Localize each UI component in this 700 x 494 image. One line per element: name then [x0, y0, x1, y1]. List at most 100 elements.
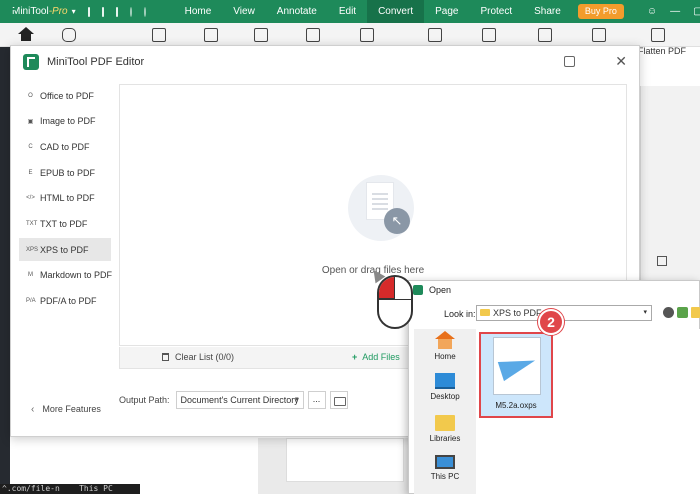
editor-logo-icon: [23, 54, 39, 70]
sidebar-item-epub-to-pdf[interactable]: E EPUB to PDF: [19, 161, 111, 184]
minimize-icon[interactable]: —: [670, 0, 680, 23]
output-path-row: Output Path: Document's Current Director…: [119, 390, 348, 410]
app-brand: MiniTool-Pro: [12, 6, 68, 17]
menu-home[interactable]: Home: [174, 0, 223, 23]
txt-icon: TXT: [26, 220, 38, 227]
convert-tool-icon[interactable]: [482, 28, 496, 42]
up-folder-icon[interactable]: [677, 307, 688, 318]
mouse-drag-icon: [368, 266, 419, 329]
chevron-left-icon: ‹: [31, 404, 35, 415]
grid-view-icon[interactable]: [657, 256, 667, 266]
close-dialog-icon[interactable]: ✕: [615, 53, 627, 70]
look-in-select[interactable]: XPS to PDF ▾: [476, 305, 652, 321]
mouse-icon: [377, 275, 413, 329]
convert-tool-icon[interactable]: [592, 28, 606, 42]
maximize-icon[interactable]: ▢: [693, 0, 700, 23]
dialog-title: MiniTool PDF Editor: [47, 56, 145, 68]
convert-tool-icon[interactable]: [152, 28, 166, 42]
place-home[interactable]: Home: [414, 331, 476, 361]
html-icon: </>: [26, 195, 35, 202]
add-files-button[interactable]: + Add Files: [352, 352, 400, 362]
file-list-pane: M5.2a.oxps: [476, 329, 700, 494]
xps-icon: XPS: [26, 246, 39, 253]
new-folder-icon[interactable]: [691, 307, 700, 318]
sidebar-item-cad-to-pdf[interactable]: C CAD to PDF: [19, 135, 111, 158]
home-icon[interactable]: [18, 27, 34, 42]
convert-tool-icon[interactable]: [254, 28, 268, 42]
sidebar-item-label: HTML to PDF: [40, 193, 95, 204]
save-icon[interactable]: [101, 6, 104, 17]
sidebar-item-office-to-pdf[interactable]: O Office to PDF: [19, 84, 111, 107]
flatten-pdf-label[interactable]: Flatten PDF: [638, 46, 686, 56]
ribbon-toolbar: [0, 23, 700, 47]
cursor-icon: ↖: [384, 208, 410, 234]
sidebar-item-label: EPUB to PDF: [40, 167, 96, 178]
convert-tool-icon[interactable]: [428, 28, 442, 42]
flatten-pdf-icon[interactable]: [651, 28, 665, 42]
sidebar-item-markdown-to-pdf[interactable]: M Markdown to PDF: [19, 264, 113, 287]
sidebar-item-label: Image to PDF: [40, 116, 96, 127]
sidebar-item-xps-to-pdf[interactable]: XPS XPS to PDF: [19, 238, 111, 262]
markdown-icon: M: [28, 272, 33, 279]
sidebar-item-label: PDF/A to PDF: [40, 296, 97, 306]
image-icon: ▣: [27, 118, 34, 125]
menu-view[interactable]: View: [222, 0, 266, 23]
menu-edit[interactable]: Edit: [328, 0, 367, 23]
desktop-icon: [435, 373, 455, 389]
place-libraries[interactable]: Libraries: [414, 415, 476, 443]
brand-name: MiniTool: [12, 6, 49, 17]
background-panel: [0, 47, 10, 494]
convert-tool-icon[interactable]: [538, 28, 552, 42]
menu-annotate[interactable]: Annotate: [266, 0, 328, 23]
app-titlebar: MiniTool-Pro ▾ Home View Annotate Edit C…: [0, 0, 700, 23]
chevron-down-icon: ▾: [295, 396, 299, 403]
sidebar-item-label: Office to PDF: [40, 90, 94, 101]
brand-dropdown-icon[interactable]: ▾: [72, 7, 76, 16]
sidebar-item-label: Markdown to PDF: [40, 270, 113, 281]
undo-icon[interactable]: [129, 6, 132, 17]
open-dialog-title: Open: [429, 285, 452, 295]
sidebar-item-pdfa-to-pdf[interactable]: P/A PDF/A to PDF: [19, 290, 111, 313]
drop-files-illustration: ↖: [348, 175, 414, 241]
feedback-icon[interactable]: [564, 56, 575, 67]
clear-list-button[interactable]: Clear List (0/0): [162, 352, 234, 362]
place-desktop[interactable]: Desktop: [414, 373, 476, 401]
open-file-icon[interactable]: [87, 6, 90, 17]
sidebar-item-image-to-pdf[interactable]: ▣ Image to PDF: [19, 110, 111, 133]
file-item[interactable]: M5.2a.oxps: [479, 332, 553, 418]
redo-icon[interactable]: [143, 6, 146, 17]
open-folder-button[interactable]: [329, 391, 348, 409]
output-path-select[interactable]: Document's Current Directory ▾: [175, 391, 304, 409]
select-tool-icon[interactable]: [100, 28, 114, 42]
oxps-file-icon: [493, 337, 541, 395]
print-icon[interactable]: [115, 6, 118, 17]
menu-page[interactable]: Page: [424, 0, 469, 23]
browse-more-button[interactable]: ...: [307, 391, 326, 409]
plus-icon: +: [352, 352, 358, 362]
output-path-label: Output Path:: [119, 395, 170, 405]
sidebar-item-txt-to-pdf[interactable]: TXT TXT to PDF: [19, 212, 111, 235]
main-menu: Home View Annotate Edit Convert Page Pro…: [174, 0, 572, 23]
sidebar-item-label: XPS to PDF: [40, 244, 89, 255]
menu-protect[interactable]: Protect: [469, 0, 523, 23]
libraries-icon: [435, 415, 455, 431]
sidebar-item-html-to-pdf[interactable]: </> HTML to PDF: [19, 187, 111, 210]
menu-share[interactable]: Share: [523, 0, 572, 23]
convert-tool-icon[interactable]: [360, 28, 374, 42]
place-this-pc[interactable]: This PC: [414, 455, 476, 481]
hand-tool-icon[interactable]: [62, 28, 76, 42]
cad-icon: C: [28, 143, 33, 150]
conversion-sidebar: O Office to PDF ▣ Image to PDF C CAD to PDF…: [19, 84, 113, 315]
more-features-link[interactable]: ‹ More Features: [31, 404, 101, 415]
chevron-down-icon: ▾: [643, 309, 647, 316]
buy-pro-button[interactable]: Buy Pro: [577, 4, 624, 19]
back-icon[interactable]: [663, 307, 674, 318]
background-page: [286, 438, 404, 482]
convert-tool-icon[interactable]: [204, 28, 218, 42]
feedback-icon[interactable]: ☺: [647, 0, 657, 23]
pdfa-icon: P/A: [26, 298, 36, 304]
computer-icon: [435, 455, 455, 469]
convert-tool-icon[interactable]: [306, 28, 320, 42]
menu-convert[interactable]: Convert: [367, 0, 425, 23]
brand-suffix: -Pro: [48, 6, 68, 17]
